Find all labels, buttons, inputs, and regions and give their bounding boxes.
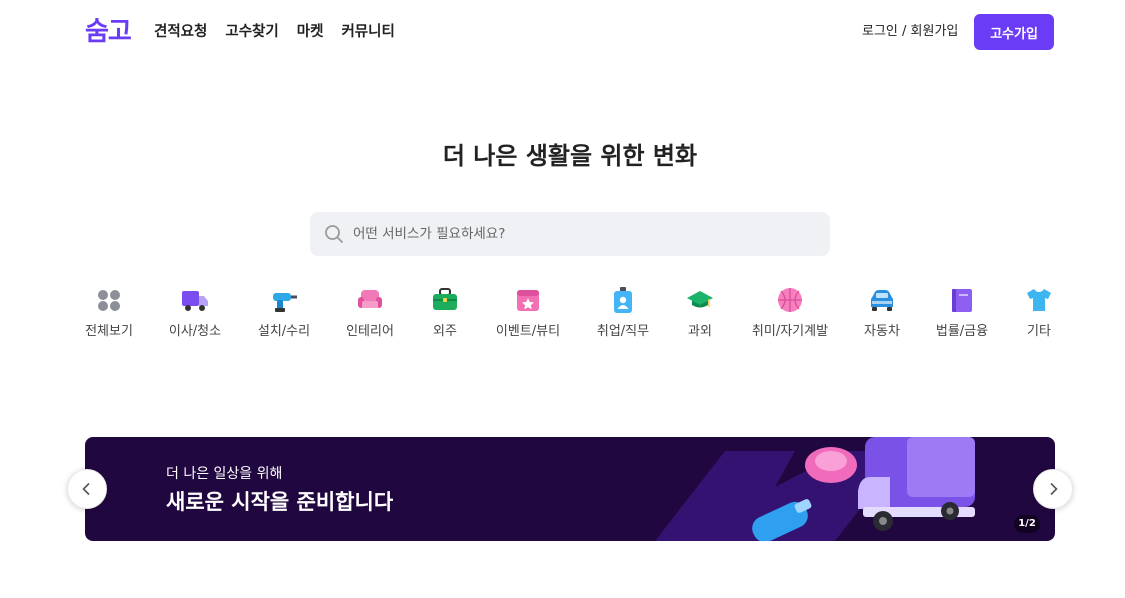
category-list: 전체보기 이사/청소 설치/수리 인테리어 외주 이벤트/뷰티 취업/직무 과외… bbox=[0, 284, 1125, 344]
category-label: 자동차 bbox=[864, 324, 900, 339]
nav-request-quote[interactable]: 견적요청 bbox=[154, 22, 207, 42]
graduation-cap-icon bbox=[687, 291, 713, 308]
category-all[interactable]: 전체보기 bbox=[64, 284, 154, 340]
calendar-star-icon bbox=[517, 290, 539, 311]
briefcase-icon bbox=[433, 288, 457, 310]
category-label: 과외 bbox=[688, 324, 712, 339]
login-signup-link[interactable]: 로그인 / 회원가입 bbox=[862, 22, 958, 42]
car-icon bbox=[871, 290, 893, 311]
drill-icon bbox=[273, 293, 297, 312]
main-nav: 견적요청 고수찾기 마켓 커뮤니티 bbox=[154, 22, 395, 42]
chevron-left-icon bbox=[82, 482, 90, 496]
category-car[interactable]: 자동차 bbox=[837, 284, 927, 340]
basketball-icon bbox=[778, 288, 802, 312]
category-label: 이벤트/뷰티 bbox=[495, 324, 561, 339]
soomgo-logo[interactable]: 숨고 bbox=[85, 16, 132, 48]
nav-find-pro[interactable]: 고수찾기 bbox=[225, 22, 278, 42]
banner-subtitle: 더 나은 일상을 위해 bbox=[166, 466, 283, 482]
category-label: 취미/자기계발 bbox=[751, 324, 829, 339]
category-etc[interactable]: 기타 bbox=[994, 284, 1084, 340]
tshirt-icon bbox=[1027, 289, 1051, 311]
category-label: 기타 bbox=[1027, 324, 1051, 339]
category-label: 전체보기 bbox=[85, 324, 133, 339]
id-badge-icon bbox=[614, 287, 632, 313]
category-moving-cleaning[interactable]: 이사/청소 bbox=[150, 284, 240, 340]
nav-community[interactable]: 커뮤니티 bbox=[341, 22, 394, 42]
page-headline: 더 나은 생활을 위한 변화 bbox=[442, 142, 698, 170]
category-tutoring[interactable]: 과외 bbox=[655, 284, 745, 340]
grid-dots-icon bbox=[98, 290, 120, 311]
category-label: 이사/청소 bbox=[168, 324, 222, 339]
top-header: 숨고 견적요청 고수찾기 마켓 커뮤니티 로그인 / 회원가입 고수가입 bbox=[0, 0, 1125, 64]
nav-market[interactable]: 마켓 bbox=[297, 22, 324, 42]
search-input[interactable] bbox=[310, 212, 830, 256]
banner-illustration bbox=[655, 437, 975, 541]
category-event-beauty[interactable]: 이벤트/뷰티 bbox=[483, 284, 573, 340]
category-label: 설치/수리 bbox=[257, 324, 311, 339]
armchair-icon bbox=[358, 290, 382, 308]
category-install-repair[interactable]: 설치/수리 bbox=[239, 284, 329, 340]
pro-signup-button[interactable]: 고수가입 bbox=[974, 14, 1054, 50]
banner-title: 새로운 시작을 준비합니다 bbox=[166, 490, 394, 514]
promo-banner[interactable]: 더 나은 일상을 위해 새로운 시작을 준비합니다 1/2 bbox=[85, 437, 1055, 541]
chevron-right-icon bbox=[1050, 482, 1058, 496]
banner-next-button[interactable] bbox=[1033, 469, 1073, 509]
category-label: 외주 bbox=[433, 324, 457, 339]
service-search-box[interactable] bbox=[310, 212, 830, 256]
search-icon bbox=[325, 225, 343, 243]
book-icon bbox=[952, 289, 972, 312]
category-outsourcing[interactable]: 외주 bbox=[400, 284, 490, 340]
category-hobby[interactable]: 취미/자기계발 bbox=[745, 284, 835, 340]
banner-pager: 1/2 bbox=[1014, 515, 1040, 533]
moving-truck-icon bbox=[182, 291, 208, 311]
banner-prev-button[interactable] bbox=[67, 469, 107, 509]
